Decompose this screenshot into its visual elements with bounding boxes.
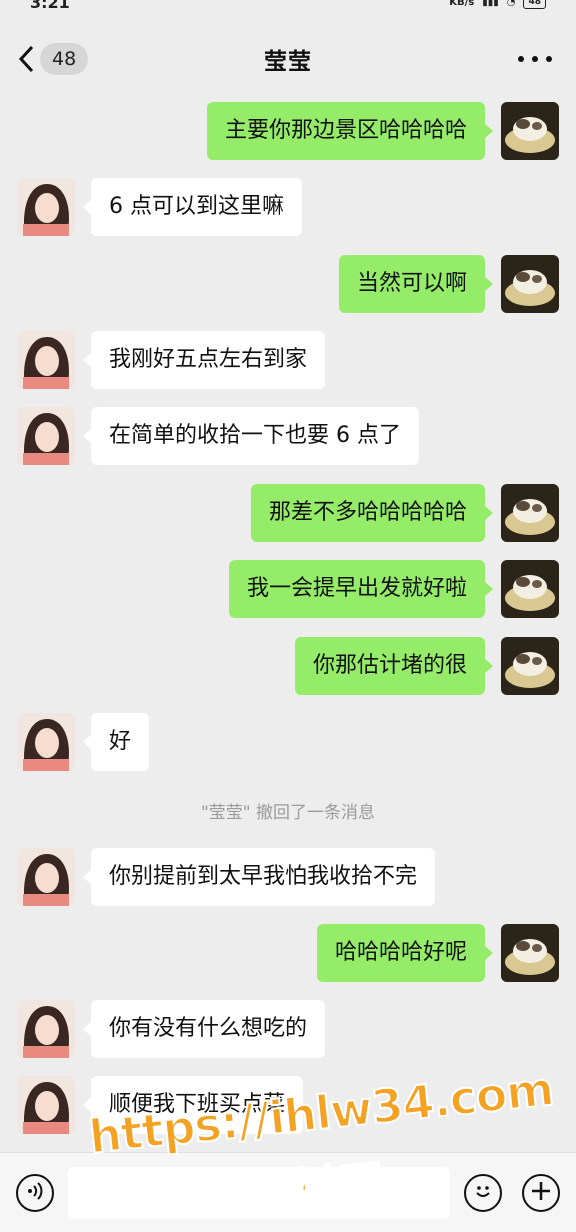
status-bar: 3:21 KB/s ▮▮▮ ◔ 48: [0, 0, 576, 14]
battery-indicator: 48: [523, 0, 546, 9]
more-button[interactable]: [518, 44, 552, 74]
page-title: 莹莹: [264, 49, 312, 75]
message-bubble-sent[interactable]: 主要你那边景区哈哈哈哈: [206, 102, 494, 160]
emoji-button[interactable]: [464, 1174, 502, 1212]
status-time: 3:21: [30, 0, 70, 12]
message-bubble-sent[interactable]: 我一会提早出发就好啦: [228, 560, 494, 618]
more-dots-icon: [518, 56, 524, 62]
my-avatar[interactable]: [501, 560, 559, 618]
message-bubble-received[interactable]: 顺便我下班买点菜: [82, 1076, 304, 1134]
my-avatar[interactable]: [501, 255, 559, 313]
contact-avatar[interactable]: [17, 178, 75, 236]
recall-notice: "莹莹" 撤回了一条消息: [200, 803, 376, 823]
more-dot: [532, 56, 538, 62]
message-bubble-received[interactable]: 你别提前到太早我怕我收拾不完: [82, 848, 436, 906]
message-input[interactable]: [68, 1167, 450, 1219]
message-bubble-received[interactable]: 好: [82, 713, 150, 771]
my-avatar[interactable]: [501, 924, 559, 982]
message-bubble-sent[interactable]: 那差不多哈哈哈哈哈: [250, 484, 494, 542]
more-dot: [546, 56, 552, 62]
my-avatar[interactable]: [501, 637, 559, 695]
voice-button[interactable]: [16, 1174, 54, 1212]
emoji-icon: [471, 1179, 495, 1207]
wifi-icon: ◔: [506, 0, 516, 8]
more-functions-button[interactable]: [522, 1174, 560, 1212]
contact-avatar[interactable]: [17, 848, 75, 906]
network-speed: KB/s: [449, 0, 475, 8]
contact-avatar[interactable]: [17, 1000, 75, 1058]
contact-avatar[interactable]: [17, 713, 75, 771]
message-bubble-received[interactable]: 我刚好五点左右到家: [82, 331, 326, 389]
chat-header: 48 莹莹: [0, 14, 576, 94]
my-avatar[interactable]: [501, 484, 559, 542]
status-indicators: KB/s ▮▮▮ ◔ 48: [449, 0, 546, 9]
input-bar: [0, 1152, 576, 1232]
message-bubble-received[interactable]: 6 点可以到这里嘛: [83, 178, 302, 236]
voice-icon: [25, 1181, 45, 1205]
signal-icon: ▮▮▮: [482, 0, 499, 8]
message-bubble-sent[interactable]: 当然可以啊: [338, 255, 494, 313]
message-bubble-sent[interactable]: 哈哈哈哈好呢: [316, 924, 494, 982]
contact-avatar[interactable]: [17, 331, 75, 389]
contact-avatar[interactable]: [17, 407, 75, 465]
message-bubble-received[interactable]: 你有没有什么想吃的: [82, 1000, 326, 1058]
message-bubble-received[interactable]: 在简单的收拾一下也要 6 点了: [83, 407, 419, 465]
my-avatar[interactable]: [501, 102, 559, 160]
contact-avatar[interactable]: [17, 1076, 75, 1134]
plus-icon: [530, 1180, 552, 1206]
message-bubble-sent[interactable]: 你那估计堵的很: [294, 637, 494, 695]
